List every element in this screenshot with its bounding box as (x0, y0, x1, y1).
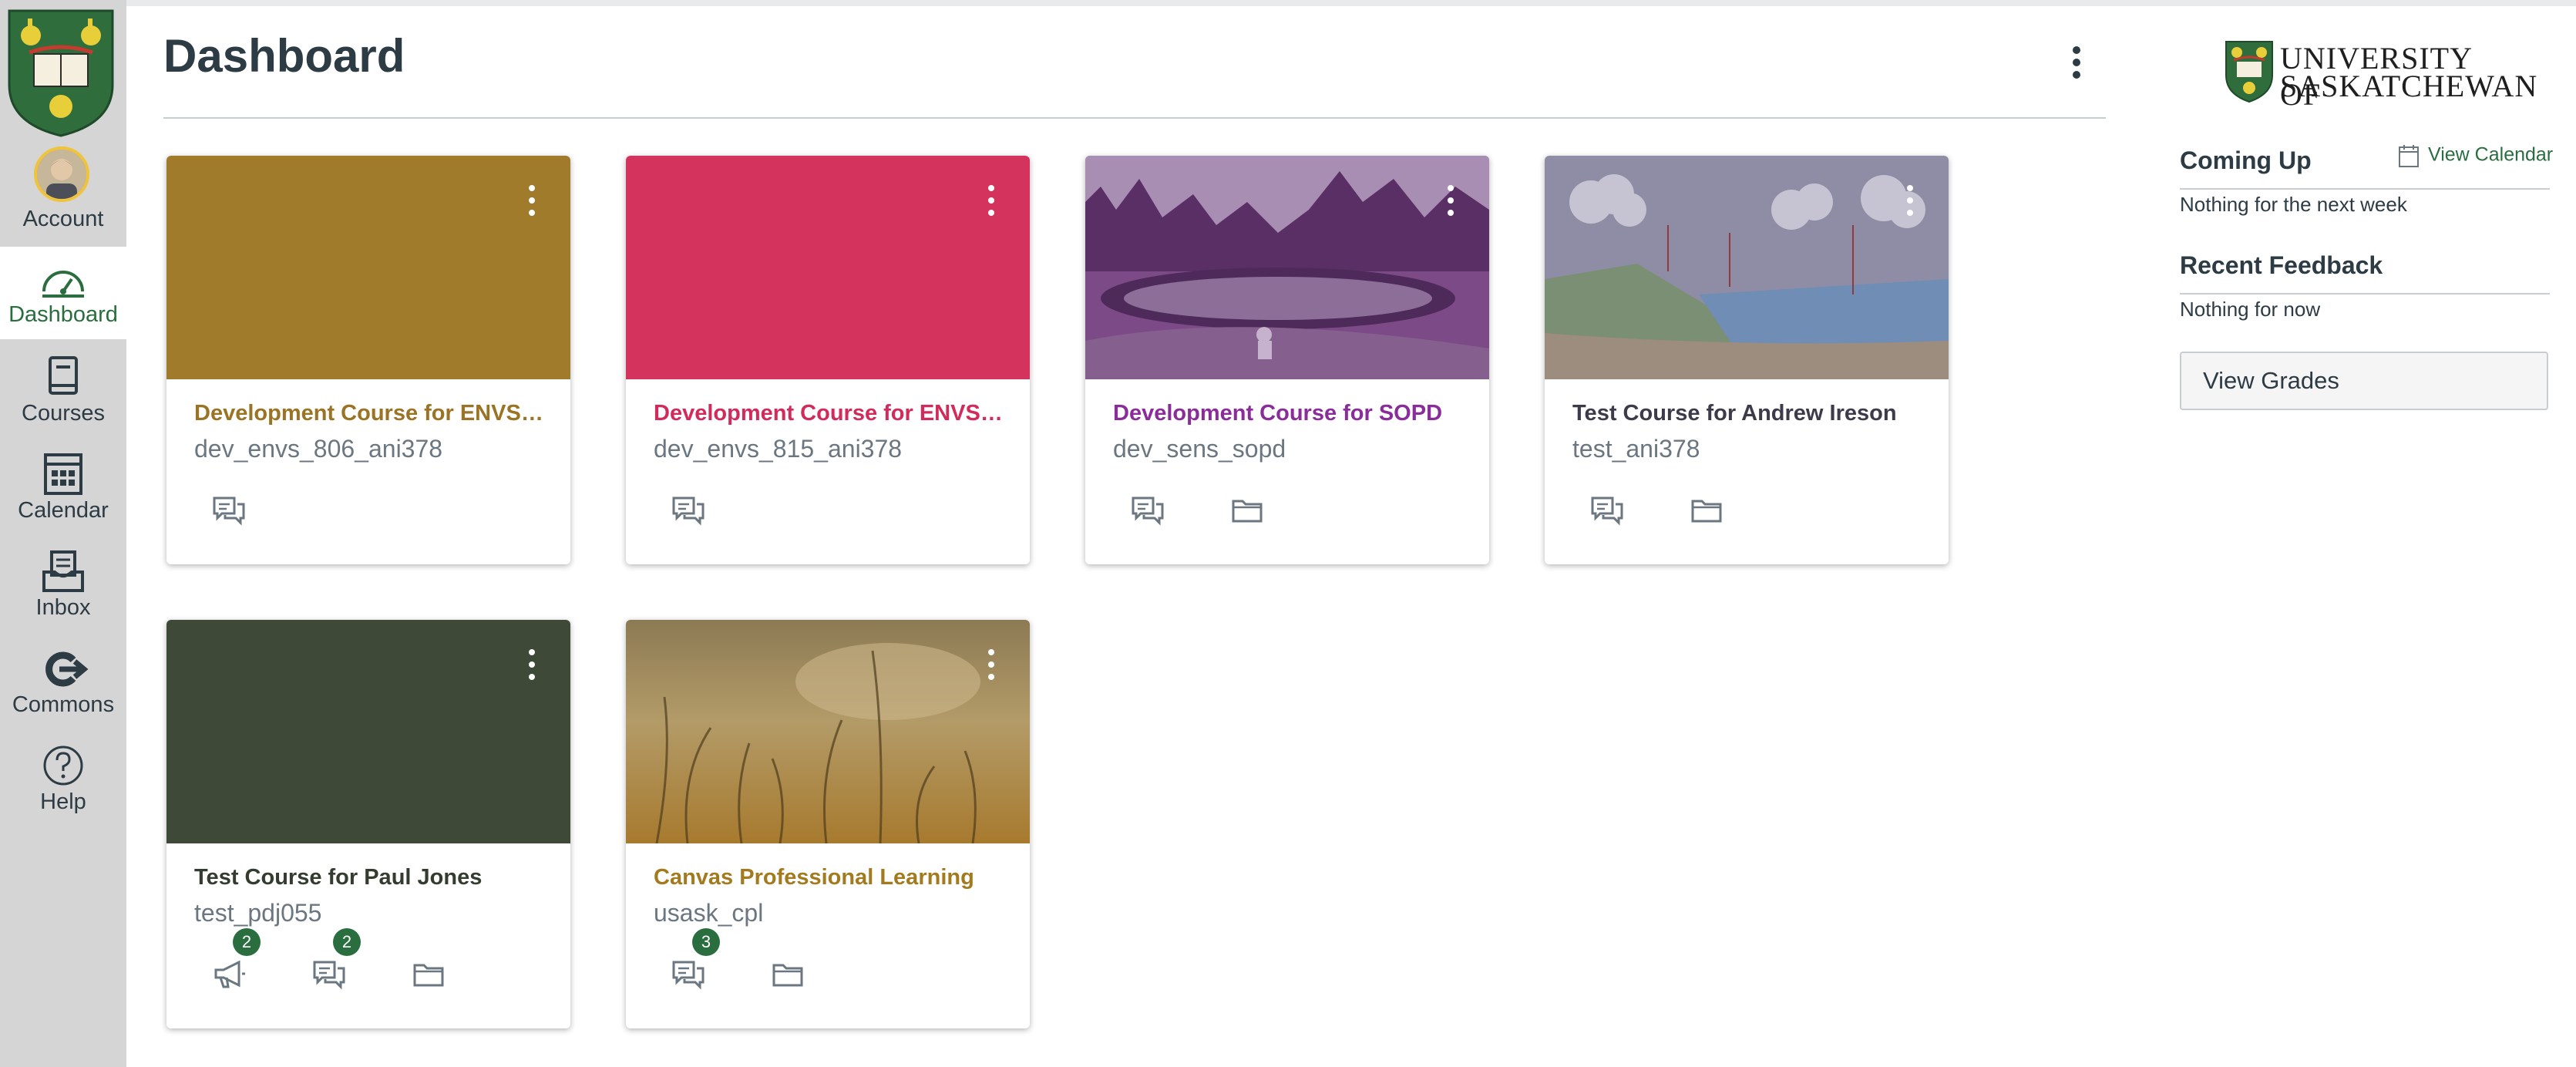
discussions-button[interactable] (211, 495, 250, 534)
course-code: test_pdj055 (194, 899, 322, 927)
course-card: Canvas Professional Learning usask_cpl 3 (626, 620, 1030, 1028)
course-card: Development Course for SOPD dev_sens_sop… (1085, 156, 1489, 564)
courses-icon (49, 356, 78, 395)
folder-icon (1232, 500, 1263, 523)
course-code: dev_envs_806_ani378 (194, 435, 443, 463)
course-card: Development Course for ENVS-80… dev_envs… (166, 156, 570, 564)
nav-account-label: Account (22, 207, 104, 231)
discussions-icon (1591, 496, 1623, 526)
nav-help-label: Help (40, 789, 86, 814)
coming-up-empty-text: Nothing for the next week (2180, 193, 2407, 216)
card-options-button[interactable] (1902, 185, 1918, 225)
course-name-link[interactable]: Test Course for Andrew Ireson (1572, 401, 1927, 426)
course-card-hero[interactable] (1085, 156, 1489, 379)
files-button[interactable] (771, 959, 809, 998)
course-card: Test Course for Paul Jones test_pdj055 2… (166, 620, 570, 1028)
top-border (0, 0, 2576, 6)
card-options-button[interactable] (984, 649, 999, 689)
help-icon (43, 746, 83, 786)
card-options-button[interactable] (524, 185, 540, 225)
recent-feedback-heading: Recent Feedback (2180, 251, 2383, 279)
calendar-small-icon (2399, 145, 2419, 167)
more-vertical-icon (2073, 46, 2080, 79)
course-code: test_ani378 (1572, 435, 1700, 463)
files-button[interactable] (1690, 495, 1728, 534)
course-name-link[interactable]: Canvas Professional Learning (654, 865, 1008, 890)
usask-wordmark-logo: University of Saskatchewan (2225, 40, 2537, 112)
files-button[interactable] (1230, 495, 1269, 534)
dashboard-options-button[interactable] (2063, 43, 2090, 82)
discussions-button[interactable] (1589, 495, 1628, 534)
course-card-hero[interactable] (1545, 156, 1949, 379)
card-options-button[interactable] (1443, 185, 1458, 225)
card-options-button[interactable] (984, 185, 999, 225)
course-name-link[interactable]: Development Course for SOPD (1113, 401, 1468, 426)
nav-courses-label: Courses (22, 401, 105, 426)
discussions-icon (1132, 496, 1164, 526)
view-grades-button[interactable]: View Grades (2180, 352, 2548, 410)
coming-up-divider (2180, 188, 2550, 190)
course-code: dev_sens_sopd (1113, 435, 1286, 463)
view-calendar-label: View Calendar (2428, 143, 2554, 166)
nav-commons[interactable]: Commons (0, 634, 126, 726)
megaphone-icon (214, 960, 245, 988)
commons-icon (45, 651, 89, 687)
discussions-button[interactable] (1130, 495, 1169, 534)
discussions-button[interactable]: 2 (311, 928, 361, 998)
course-name-link[interactable]: Test Course for Paul Jones (194, 865, 549, 890)
folder-icon (413, 964, 444, 987)
dashboard-icon (42, 271, 84, 298)
discussions-icon (213, 496, 245, 526)
unread-badge: 3 (692, 928, 720, 956)
recent-feedback-divider (2180, 293, 2550, 295)
course-name-link[interactable]: Development Course for ENVS-81… (654, 401, 1008, 426)
card-options-button[interactable] (524, 649, 540, 689)
nav-dashboard[interactable]: Dashboard (0, 247, 126, 339)
course-code: dev_envs_815_ani378 (654, 435, 903, 463)
discussions-icon (672, 496, 705, 526)
course-card-hero[interactable] (626, 156, 1030, 379)
nav-commons-label: Commons (12, 692, 115, 717)
coming-up-heading: Coming Up (2180, 146, 2312, 174)
calendar-icon (44, 453, 82, 495)
nav-dashboard-label: Dashboard (8, 302, 118, 327)
nav-courses[interactable]: Courses (0, 342, 126, 435)
nav-calendar[interactable]: Calendar (0, 439, 126, 532)
discussions-button[interactable]: 3 (671, 928, 720, 998)
recent-feedback-empty-text: Nothing for now (2180, 298, 2321, 321)
unread-badge: 2 (333, 928, 361, 956)
course-code: usask_cpl (654, 899, 764, 927)
discussions-icon (672, 961, 705, 990)
course-card: Test Course for Andrew Ireson test_ani37… (1545, 156, 1949, 564)
nav-inbox-label: Inbox (35, 595, 91, 620)
avatar (34, 146, 89, 202)
page-title: Dashboard (163, 30, 405, 82)
account-avatar-image (37, 150, 86, 199)
usask-crest-logo[interactable] (6, 8, 116, 139)
global-navigation: Account Dashboard Courses Calendar Inbox… (0, 0, 126, 1067)
folder-icon (1691, 500, 1722, 523)
nav-inbox[interactable]: Inbox (0, 537, 126, 629)
inbox-icon (42, 550, 84, 592)
discussions-icon (313, 961, 345, 990)
course-card-hero[interactable] (626, 620, 1030, 843)
announcements-button[interactable]: 2 (211, 928, 261, 998)
course-card-hero[interactable] (166, 156, 570, 379)
usask-wordmark-line2: Saskatchewan (2280, 69, 2538, 103)
course-card-hero[interactable] (166, 620, 570, 843)
course-name-link[interactable]: Development Course for ENVS-80… (194, 401, 549, 426)
view-calendar-link[interactable]: View Calendar (2397, 143, 2553, 168)
discussions-button[interactable] (671, 495, 709, 534)
nav-account[interactable]: Account (0, 139, 126, 231)
folder-icon (772, 964, 803, 987)
unread-badge: 2 (233, 928, 261, 956)
nav-help[interactable]: Help (0, 731, 126, 823)
usask-shield-icon (2225, 41, 2273, 103)
header-divider (163, 117, 2106, 119)
course-card: Development Course for ENVS-81… dev_envs… (626, 156, 1030, 564)
nav-calendar-label: Calendar (18, 498, 109, 523)
files-button[interactable] (412, 959, 450, 998)
